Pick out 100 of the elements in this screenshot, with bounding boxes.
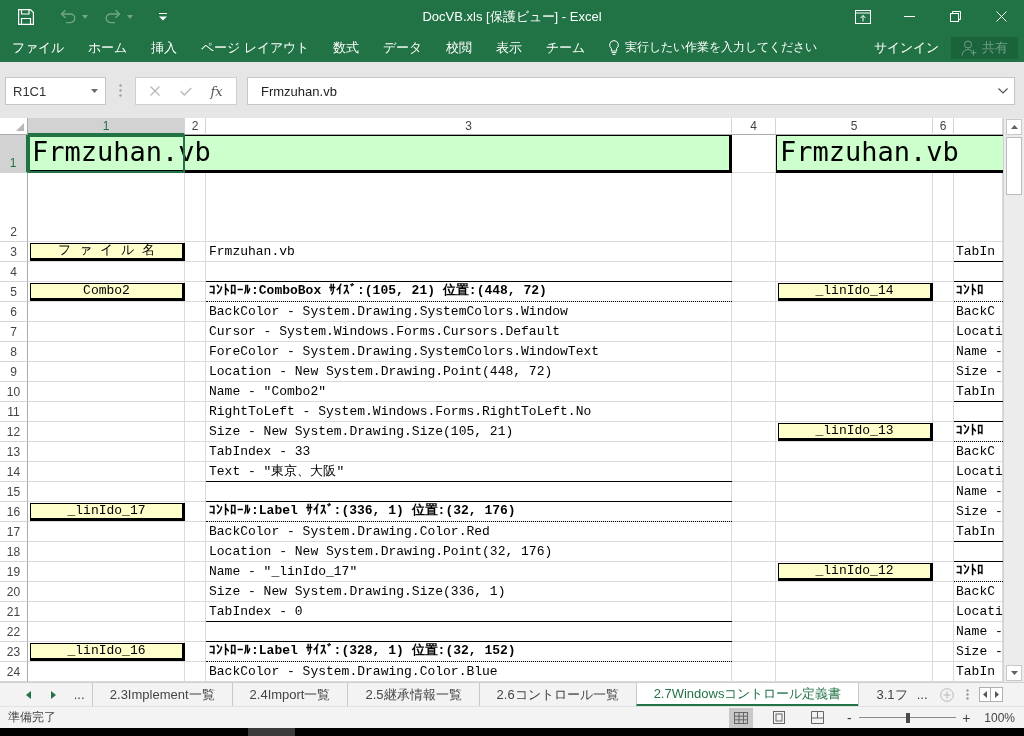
ribbon-tab[interactable]: ホーム (76, 33, 139, 62)
row-header[interactable]: 6 (0, 302, 28, 322)
caret-icon (82, 14, 88, 19)
triangle-left-icon (983, 691, 988, 698)
sheet-cell-text: Name - "_linIdo_17" (208, 563, 359, 581)
sheet-cell-text: BackC (955, 443, 996, 461)
sheet-cell-text: RightToLeft - System.Windows.Forms.RightToLeft.No (208, 403, 593, 421)
control-name-label: フ ァ イ ル 名 (30, 243, 185, 261)
row-header[interactable]: 19 (0, 562, 28, 582)
row-header[interactable]: 18 (0, 542, 28, 562)
control-name-label: _linIdo_14 (778, 283, 933, 301)
control-name-label: _linIdo_17 (30, 503, 185, 521)
ribbon-tab[interactable]: データ (370, 33, 434, 62)
window-title: DocVB.xls [保護ビュー] - Excel (422, 7, 602, 26)
row-header[interactable]: 12 (0, 422, 28, 442)
person-add-icon (961, 39, 977, 56)
row-header[interactable]: 2 (0, 173, 28, 242)
control-name-label: _linIdo_13 (778, 423, 933, 441)
cross-icon (150, 86, 161, 96)
box-up-arrow-icon (855, 9, 871, 24)
row-header[interactable]: 23 (0, 642, 28, 662)
scroll-up-button[interactable] (1006, 119, 1022, 135)
sign-in-link[interactable]: サインイン (874, 38, 939, 57)
scroll-left-button[interactable] (979, 687, 992, 702)
control-name-label: _linIdo_16 (30, 643, 185, 661)
column-header[interactable]: 1 (28, 118, 185, 135)
row-header[interactable]: 14 (0, 462, 28, 482)
scroll-down-button[interactable] (1006, 665, 1022, 681)
more-sheets-button[interactable]: ... (909, 683, 935, 706)
ribbon-tab[interactable]: 挿入 (139, 33, 189, 62)
triangle-right-icon (51, 690, 57, 699)
row-header[interactable]: 10 (0, 382, 28, 402)
sheet-cell-text: BackColor - System.Drawing.Color.Blue (208, 663, 499, 681)
plus-circle-icon (939, 687, 954, 702)
dropdown-caret-icon (91, 89, 98, 93)
row-header[interactable]: 9 (0, 362, 28, 382)
restore-icon (949, 11, 961, 22)
zoom-out-button[interactable]: - (843, 709, 856, 726)
sheet-cell-text: BackColor - System.Drawing.SystemColors.Window (208, 303, 569, 321)
row-header[interactable]: 11 (0, 402, 28, 422)
sheet-cell-text: Name - (955, 343, 1003, 361)
row-header[interactable]: 17 (0, 522, 28, 542)
zoom-level[interactable]: 100% (984, 710, 1015, 725)
zoom-slider-thumb[interactable] (905, 712, 910, 723)
check-icon (180, 86, 192, 96)
tell-me-field[interactable]: 実行したい作業を入力してください (604, 35, 821, 60)
redo-icon (105, 9, 121, 24)
row-header[interactable]: 5 (0, 282, 28, 302)
undo-icon (60, 9, 76, 24)
ribbon-tab[interactable]: 表示 (483, 33, 534, 62)
title-banner: Frmzuhan.vb (776, 135, 1003, 173)
close-icon (995, 11, 1007, 22)
sheet-cell-text: Location - New System.Drawing.Point(32, 176) (208, 543, 554, 561)
ribbon-tab[interactable]: ファイル (0, 33, 76, 62)
sheet-cell-text: Locati (955, 323, 1003, 341)
triangle-down-icon (1010, 671, 1018, 675)
row-header[interactable]: 22 (0, 622, 28, 642)
sheet-cell-text: Name - (955, 623, 1003, 641)
insert-function-button[interactable]: fx (203, 80, 230, 102)
ribbon-tab[interactable]: チーム (533, 33, 597, 62)
row-header[interactable]: 20 (0, 582, 28, 602)
sheet-cell-text: Location - New System.Drawing.Point(448, 72) (208, 363, 554, 381)
sheet-cell: ｺﾝﾄﾛｰﾙ:Label ｻｲｽﾞ:(328, 1) 位置:(32, 152) (206, 641, 732, 662)
row-header[interactable]: 1 (0, 135, 28, 173)
scroll-right-button[interactable] (991, 687, 1003, 702)
row-header[interactable]: 21 (0, 602, 28, 622)
page-icon (773, 711, 786, 724)
sheet-cell-text: Size - (955, 503, 1003, 521)
row-header[interactable]: 15 (0, 482, 28, 502)
sheet-tab[interactable]: 2.7Windowsコントロール定義書 (635, 683, 859, 706)
ribbon-tab[interactable]: 数式 (320, 33, 371, 62)
normal-view-button[interactable] (729, 707, 754, 728)
sheet-cell-text: BackColor - System.Drawing.Color.Red (208, 523, 491, 541)
row-header[interactable]: 8 (0, 342, 28, 362)
sheet-cell-text: BackC (955, 303, 996, 321)
row-header[interactable]: 7 (0, 322, 28, 342)
chevron-down-icon (998, 88, 1008, 94)
triangle-up-icon (1010, 125, 1018, 129)
sheet-cell-text: Name - "Combo2" (208, 383, 328, 401)
formula-input[interactable]: Frmzuhan.vb (247, 77, 1015, 105)
row-header[interactable]: 13 (0, 442, 28, 462)
sheet-cell: ｺﾝﾄﾛｰﾙ:Label ｻｲｽﾞ:(336, 1) 位置:(32, 176) (206, 501, 732, 522)
sheet-cell-text: Locati (955, 603, 1003, 621)
zoom-in-button[interactable]: + (960, 709, 973, 726)
name-box[interactable]: R1C1 (5, 77, 106, 105)
ribbon-tab[interactable]: 校閲 (433, 33, 484, 62)
more-sheets-button[interactable]: ... (66, 683, 92, 706)
ribbon-tab[interactable]: ページ レイアウト (189, 33, 321, 62)
scrollbar-thumb[interactable] (1006, 137, 1022, 195)
sheet-cell: TabIndex - 0 (206, 602, 732, 622)
split-page-icon (810, 711, 824, 724)
grid-icon (734, 711, 749, 724)
corner-triangle-icon (16, 123, 24, 131)
row-header[interactable]: 3 (0, 242, 28, 262)
row-header[interactable]: 16 (0, 502, 28, 522)
sheet-cell-text: Size - New System.Drawing.Size(336, 1) (208, 583, 507, 601)
row-header[interactable]: 24 (0, 662, 28, 682)
row-header[interactable]: 4 (0, 262, 28, 282)
triangle-left-icon (26, 690, 32, 699)
sheet-cell-text: TabIndex - 33 (208, 443, 312, 461)
